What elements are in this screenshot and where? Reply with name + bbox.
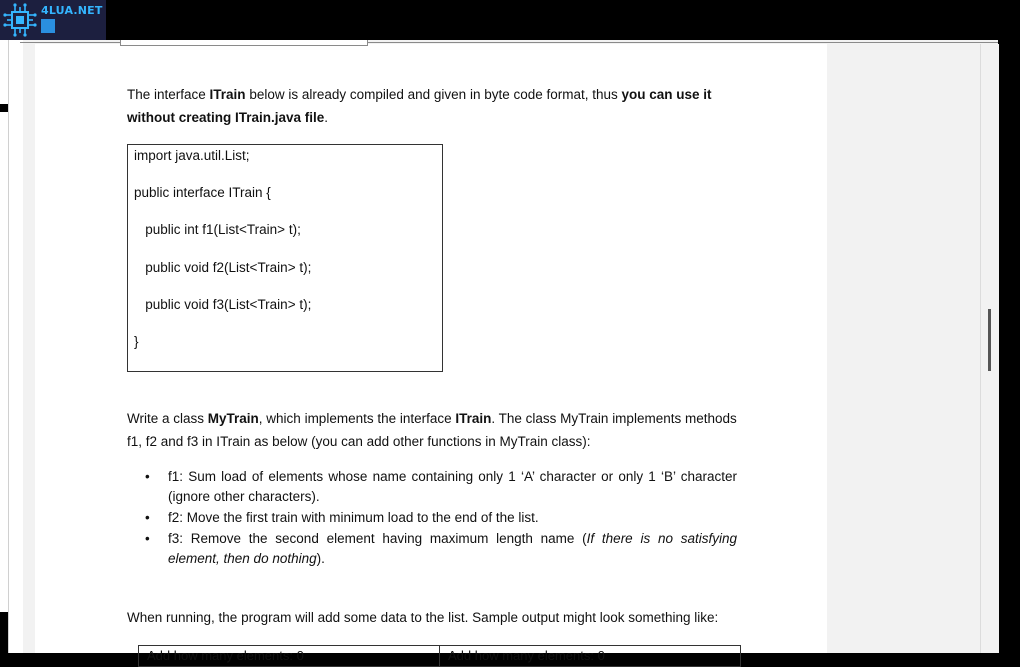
circuit-chip-icon [3, 3, 37, 37]
left-strip-segment [0, 112, 8, 612]
logo-square [41, 19, 55, 33]
code-line: public interface ITrain { [134, 185, 271, 200]
left-strip-segment [0, 40, 8, 104]
logo-brand-text: 4LUA.NET [41, 4, 103, 17]
site-logo: 4LUA.NET [0, 0, 106, 40]
previous-box-fragment [120, 40, 368, 46]
requirements-list: • f1: Sum load of elements whose name co… [127, 467, 737, 570]
task-mytrain-bold: MyTrain [207, 411, 259, 426]
task-paragraph: Write a class MyTrain, which implements … [127, 407, 747, 453]
code-line: public int f1(List<Train> t); [134, 222, 301, 237]
output-intro-text: When running, the program will add some … [127, 610, 719, 625]
intro-paragraph: The interface ITrain below is already co… [127, 83, 747, 129]
code-box: import java.util.List; public interface … [127, 144, 443, 372]
code-line: import java.util.List; [134, 148, 250, 163]
left-screen-strip [0, 0, 8, 653]
output-cell: Add how many elements: 0 [139, 646, 440, 666]
code-line: public void f3(List<Train> t); [134, 297, 312, 312]
task-itrain-bold: ITrain [455, 411, 492, 426]
intro-itrain-bold: ITrain [209, 87, 246, 102]
bullet-dot: • [145, 510, 150, 525]
bullet-text: ). [316, 551, 325, 566]
viewer-left-edge [8, 40, 23, 653]
bullet-text: f1: Sum load of elements whose name cont… [168, 469, 737, 504]
intro-emphasis-bold: without creating ITrain.java file [127, 110, 325, 125]
code-line: } [134, 334, 139, 349]
task-text: f1, f2 and f3 in ITrain as below (you ca… [127, 434, 591, 449]
task-text: , which implements the interface [258, 411, 456, 426]
intro-text: The interface [127, 87, 210, 102]
output-intro-paragraph: When running, the program will add some … [127, 606, 747, 629]
intro-text: . [324, 110, 329, 125]
task-text: . The class MyTrain implements methods [491, 411, 737, 426]
intro-text: below is already compiled and given in b… [245, 87, 622, 102]
bullet-dot: • [145, 531, 150, 546]
list-item: • f3: Remove the second element having m… [127, 529, 737, 569]
code-line: public void f2(List<Train> t); [134, 260, 312, 275]
sample-output-table: Add how many elements: 0 Add how many el… [138, 645, 741, 667]
output-cell: Add how many elements: 0 [448, 648, 605, 663]
task-text: Write a class [127, 411, 208, 426]
list-item: • f2: Move the first train with minimum … [127, 508, 737, 528]
vertical-scrollbar-thumb[interactable] [988, 309, 991, 371]
intro-emphasis-bold: you can use it [621, 87, 712, 102]
bullet-text: f3: Remove the second element having max… [168, 531, 587, 546]
list-item: • f1: Sum load of elements whose name co… [127, 467, 737, 507]
bullet-text: f2: Move the first train with minimum lo… [168, 510, 539, 525]
bullet-dot: • [145, 469, 150, 484]
